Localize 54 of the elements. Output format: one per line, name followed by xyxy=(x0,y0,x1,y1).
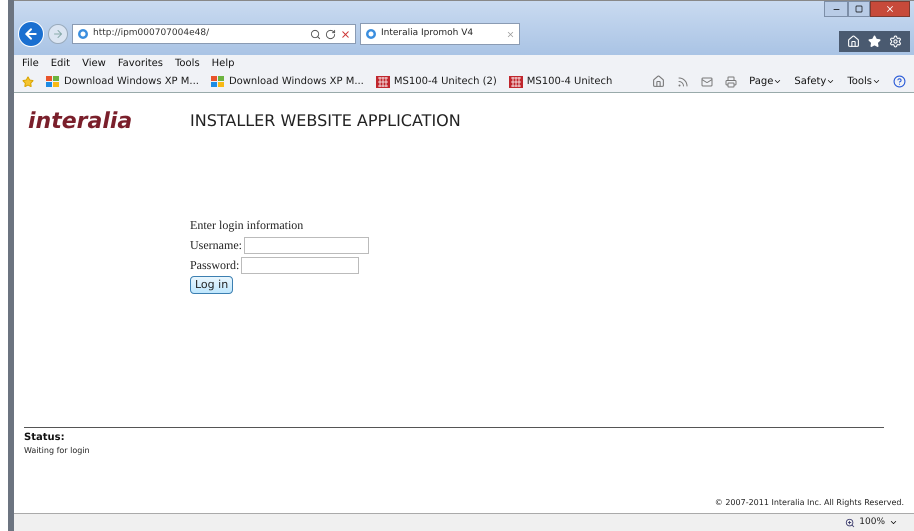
close-tab-icon[interactable] xyxy=(506,30,515,38)
menu-item[interactable]: File xyxy=(22,56,39,70)
command-menu[interactable]: Tools xyxy=(847,74,881,89)
maximize-icon xyxy=(855,5,863,13)
status-message: Waiting for login xyxy=(24,445,91,457)
copyright-text: © 2007-2011 Interalia Inc. All Rights Reserved. xyxy=(714,497,904,509)
favorites-star-icon[interactable] xyxy=(22,76,34,88)
search-icon[interactable] xyxy=(310,28,321,40)
grid-icon xyxy=(508,76,523,88)
favorite-link[interactable]: Download Windows XP M... xyxy=(46,74,199,89)
url-text: http://ipm000707004e48/ xyxy=(93,27,210,40)
close-button[interactable] xyxy=(870,1,910,17)
field-label: Username: xyxy=(190,237,242,254)
feed-icon[interactable] xyxy=(677,76,690,88)
command-menu[interactable]: Safety xyxy=(794,74,836,89)
menu-item[interactable]: View xyxy=(82,56,106,70)
close-icon xyxy=(885,4,895,14)
menu-item[interactable]: Favorites xyxy=(118,56,164,70)
input-field[interactable] xyxy=(241,256,360,274)
input-field[interactable] xyxy=(244,236,369,254)
address-bar[interactable]: http://ipm000707004e48/ xyxy=(72,24,356,44)
maximize-button[interactable] xyxy=(848,1,870,17)
windows-logo-icon xyxy=(210,76,225,88)
login-prompt: Enter login information xyxy=(190,217,304,234)
stop-icon[interactable] xyxy=(340,28,351,40)
menu-item[interactable]: Tools xyxy=(175,56,200,70)
print-icon[interactable] xyxy=(725,76,738,88)
grid-icon xyxy=(376,76,390,88)
caret-icon xyxy=(773,77,782,86)
favorite-link[interactable]: Download Windows XP M... xyxy=(210,74,364,89)
settings-icon[interactable] xyxy=(889,35,902,48)
back-button[interactable] xyxy=(18,21,44,47)
status-label: Status: xyxy=(24,431,66,445)
logo: interalia xyxy=(27,108,134,136)
caret-icon xyxy=(826,77,836,86)
favorite-link[interactable]: MS100-4 Unitech (2) xyxy=(376,74,497,89)
dropdown-icon[interactable] xyxy=(889,518,898,527)
help-icon[interactable] xyxy=(893,75,906,88)
command-menu[interactable]: Page xyxy=(749,74,782,89)
browser-tab[interactable]: Interalia Ipromoh V4 xyxy=(360,23,520,45)
field-label: Password: xyxy=(190,257,240,274)
forward-arrow-icon xyxy=(52,28,64,40)
home-icon[interactable] xyxy=(652,75,666,88)
windows-logo-icon xyxy=(46,76,60,88)
page-heading: INSTALLER WEBSITE APPLICATION xyxy=(190,110,461,132)
menu-item[interactable]: Edit xyxy=(50,56,70,70)
menu-item[interactable]: Help xyxy=(212,56,234,70)
favorite-link[interactable]: MS100-4 Unitech xyxy=(508,74,612,89)
zoom-icon[interactable] xyxy=(845,518,856,528)
login-button[interactable]: Log in xyxy=(190,276,234,294)
zoom-level[interactable]: 100% xyxy=(859,516,885,530)
mail-icon[interactable] xyxy=(701,76,714,88)
caret-icon xyxy=(872,77,881,86)
refresh-icon[interactable] xyxy=(325,28,336,40)
